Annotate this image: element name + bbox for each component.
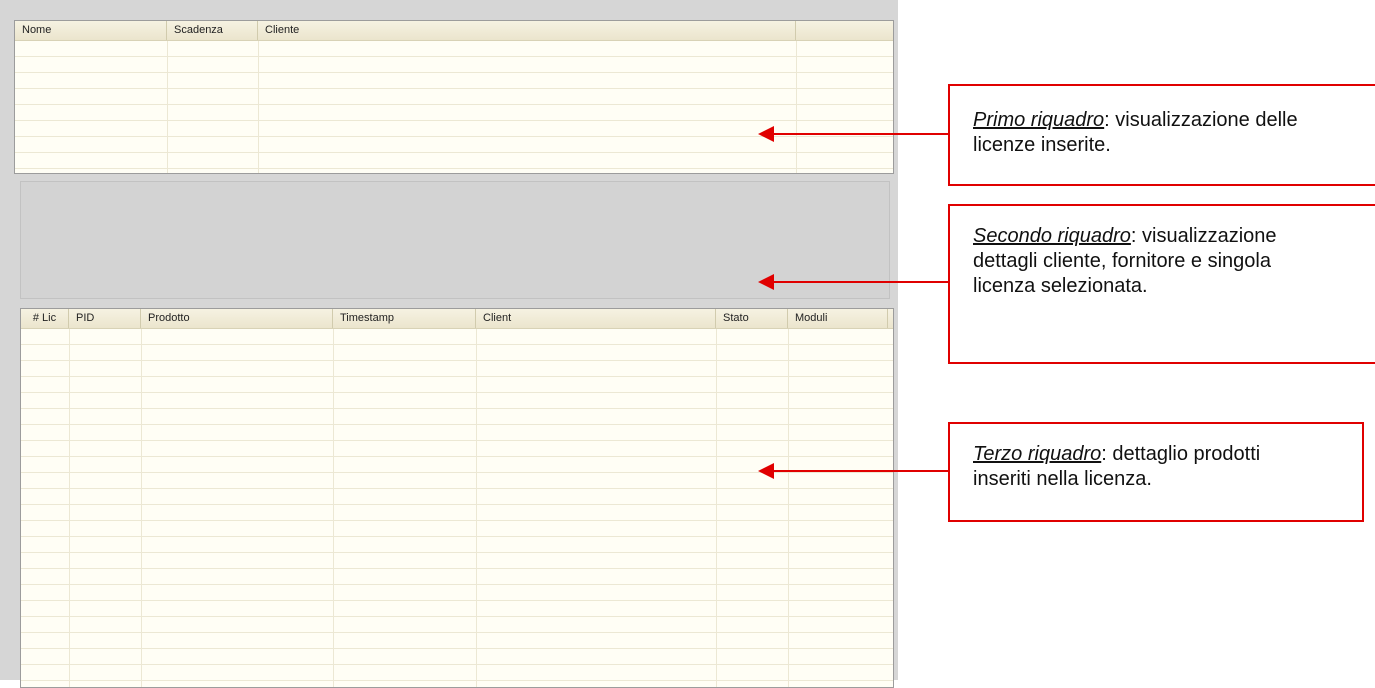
column-divider [167,41,168,173]
column-header-timestamp[interactable]: Timestamp [333,309,476,328]
column-divider [333,329,334,687]
callout-primo-riquadro: Primo riquadro: visualizzazione delle li… [948,84,1375,186]
column-header-client[interactable]: Client [476,309,716,328]
column-header-pid[interactable]: PID [69,309,141,328]
column-divider [476,329,477,687]
column-divider [716,329,717,687]
callout-title: Secondo riquadro [973,225,1131,247]
callout-title: Primo riquadro [973,109,1105,131]
products-grid-rows[interactable] [21,329,893,687]
column-header-scadenza[interactable]: Scadenza [167,21,258,40]
licenses-grid-header: Nome Scadenza Cliente [15,21,893,41]
callout-title: Terzo riquadro [973,443,1102,465]
column-divider [788,329,789,687]
column-divider [258,41,259,173]
licenses-grid-rows[interactable] [15,41,893,173]
callout-secondo-riquadro: Secondo riquadro: visualizzazione dettag… [948,204,1375,364]
column-header-lic[interactable]: # Lic [21,309,69,328]
column-divider [796,41,797,173]
column-header-extra[interactable] [796,21,893,40]
products-grid-header: # Lic PID Prodotto Timestamp Client Stat… [21,309,893,329]
column-header-moduli[interactable]: Moduli [788,309,888,328]
column-header-cliente[interactable]: Cliente [258,21,796,40]
column-divider [141,329,142,687]
column-header-stato[interactable]: Stato [716,309,788,328]
callout-terzo-riquadro: Terzo riquadro: dettaglio prodotti inser… [948,422,1364,522]
products-grid[interactable]: # Lic PID Prodotto Timestamp Client Stat… [20,308,894,688]
column-header-nome[interactable]: Nome [15,21,167,40]
licenses-grid[interactable]: Nome Scadenza Cliente [14,20,894,174]
license-manager-window: Nome Scadenza Cliente # Lic PID Prodotto… [0,0,898,688]
arrow-left-icon [758,274,950,290]
column-divider [69,329,70,687]
arrow-left-icon [758,463,950,479]
arrow-left-icon [758,126,950,142]
column-header-prodotto[interactable]: Prodotto [141,309,333,328]
